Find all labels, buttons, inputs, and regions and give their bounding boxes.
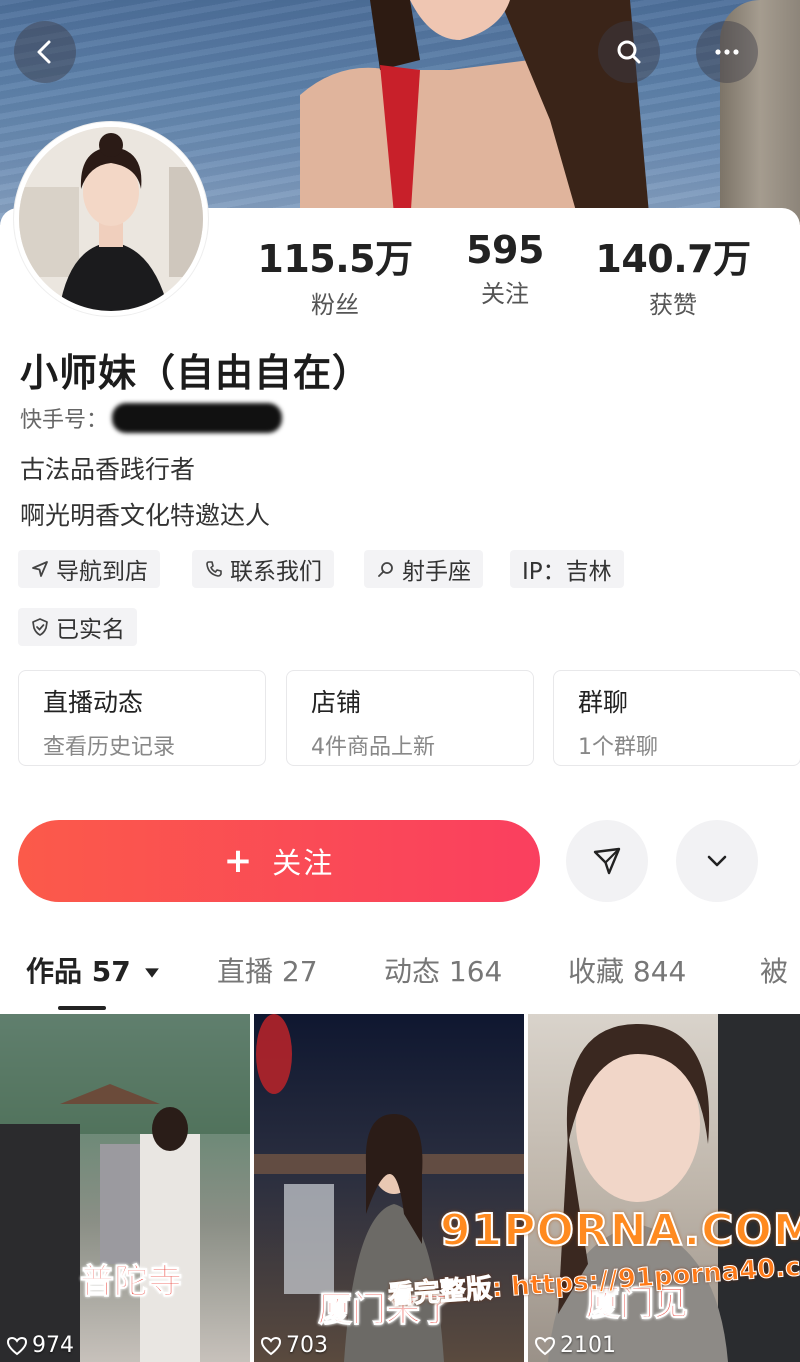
tab-works-label: 作品 57 [26,955,131,988]
live-history-title: 直播动态 [43,688,144,717]
follow-button[interactable]: + 关注 [18,820,540,902]
phone-icon [206,561,222,577]
video-likes-count: 703 [286,1333,328,1358]
fans-count: 115.5万 [257,237,413,281]
heart-icon [6,1336,28,1355]
shop-box[interactable]: 店铺 4件商品上新 [286,670,534,766]
fans-label: 粉丝 [311,291,359,319]
plus-icon: + [223,841,255,881]
video-likes: 974 [6,1333,74,1358]
tag-ip: IP：吉林 [510,550,624,588]
stats-row: 115.5万 粉丝 595 关注 140.7万 获赞 [0,228,800,320]
tag-verified-label: 已实名 [56,617,125,643]
search-button[interactable] [598,21,660,83]
video-thumb[interactable]: 普陀寺 974 [0,1014,250,1362]
tab-moments[interactable]: 动态 164 [384,950,502,990]
group-chat-sub: 1个群聊 [578,735,658,760]
tag-contact[interactable]: 联系我们 [192,550,334,588]
video-caption: 普陀寺 [80,1262,183,1303]
more-dots-icon [715,49,739,55]
shop-title: 店铺 [311,688,362,717]
feature-boxes: 直播动态 查看历史记录 店铺 4件商品上新 群聊 1个群聊 [18,670,800,766]
profile-name: 小师妹（自由自在） [20,351,372,395]
back-button[interactable] [14,21,76,83]
bio-line-2: 啊光明香文化特邀达人 [20,501,271,530]
bio-line-1: 古法品香践行者 [20,455,196,484]
likes-count: 140.7万 [595,237,751,281]
tab-works[interactable]: 作品 57 [26,950,160,990]
video-likes: 703 [260,1333,328,1358]
tag-zodiac[interactable]: 射手座 [364,550,483,588]
shop-sub: 4件商品上新 [311,735,435,760]
group-chat-box[interactable]: 群聊 1个群聊 [553,670,800,766]
tag-navigate[interactable]: 导航到店 [18,550,160,588]
paper-plane-icon [593,847,621,875]
content-tabs: 作品 57 直播 27 动态 164 收藏 844 被 [0,950,800,1000]
following-label: 关注 [481,280,529,308]
chevron-left-icon [37,40,51,64]
follow-label: 关注 [272,846,335,880]
redacted-id [112,403,283,433]
tab-indicator [58,1006,106,1010]
tab-favorites[interactable]: 收藏 844 [568,950,686,990]
fans-stat[interactable]: 115.5万 粉丝 [245,228,425,320]
more-button[interactable] [696,21,758,83]
tab-more[interactable]: 被 [760,950,788,990]
likes-label: 获赞 [649,291,697,319]
kuaishou-id-label: 快手号： [20,408,109,433]
live-history-sub: 查看历史记录 [43,735,176,760]
following-count: 595 [466,228,544,272]
video-thumb-image [0,1014,250,1362]
group-chat-title: 群聊 [578,688,629,717]
tag-contact-label: 联系我们 [230,559,322,585]
watermark: 91PORNA.COM 看完整版: https://91porna40.com [380,1204,800,1362]
send-message-button[interactable] [566,820,648,902]
watermark-logo: 91PORNA.COM [439,1204,800,1257]
heart-icon [260,1336,282,1355]
video-likes-count: 974 [32,1333,74,1358]
zodiac-icon [378,562,393,577]
following-stat[interactable]: 595 关注 [415,228,595,309]
navigation-arrow-icon [32,561,48,577]
shield-check-icon [32,618,48,636]
tab-live[interactable]: 直播 27 [217,950,318,990]
caret-down-icon [145,968,160,978]
tag-navigate-label: 导航到店 [56,559,148,585]
search-icon [617,40,641,64]
tag-verified[interactable]: 已实名 [18,608,137,646]
expand-button[interactable] [676,820,758,902]
chevron-down-icon [707,855,727,867]
live-history-box[interactable]: 直播动态 查看历史记录 [18,670,266,766]
kuaishou-id[interactable]: 快手号： [20,402,283,434]
tag-zodiac-label: 射手座 [402,559,471,585]
tag-ip-label: IP：吉林 [522,559,612,585]
likes-stat[interactable]: 140.7万 获赞 [583,228,763,320]
